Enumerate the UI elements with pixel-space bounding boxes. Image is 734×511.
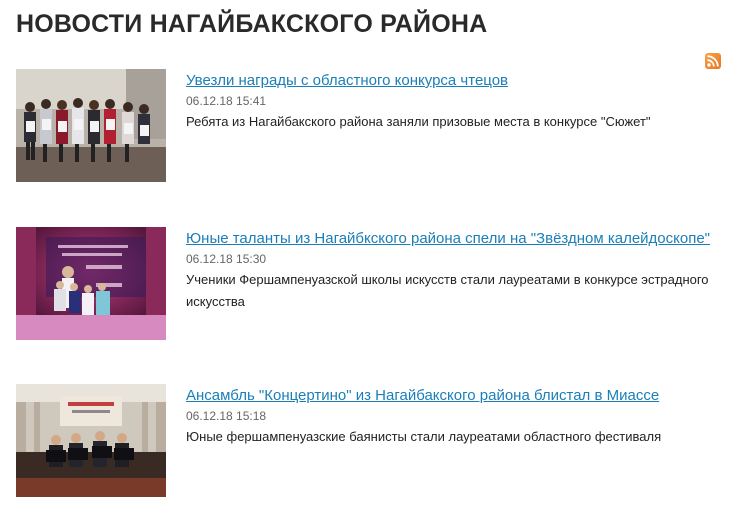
news-thumbnail[interactable] xyxy=(16,69,166,182)
news-date: 06.12.18 15:18 xyxy=(186,409,267,423)
news-title-link[interactable]: Увезли награды с областного конкурса чте… xyxy=(186,70,716,92)
news-title-link[interactable]: Юные таланты из Нагайбкского района спел… xyxy=(186,228,716,250)
rss-feed-icon[interactable] xyxy=(705,53,721,69)
news-summary: Ученики Фершампенуазской школы искусств … xyxy=(186,272,709,309)
news-body: Увезли награды с областного конкурса чте… xyxy=(186,69,716,133)
news-body: Юные таланты из Нагайбкского района спел… xyxy=(186,227,716,313)
page-title: НОВОСТИ НАГАЙБАКСКОГО РАЙОНА xyxy=(16,10,488,38)
news-date: 06.12.18 15:41 xyxy=(186,94,267,108)
news-title-link[interactable]: Ансамбль "Концертино" из Нагайбакского р… xyxy=(186,385,716,407)
news-thumbnail[interactable] xyxy=(16,384,166,497)
news-thumbnail[interactable] xyxy=(16,227,166,340)
children-with-diplomas-photo xyxy=(16,69,166,182)
news-body: Ансамбль "Концертино" из Нагайбакского р… xyxy=(186,384,716,448)
news-summary: Юные фершампенуазские баянисты стали лау… xyxy=(186,429,662,444)
news-summary: Ребята из Нагайбакского района заняли пр… xyxy=(186,114,651,129)
accordion-ensemble-photo xyxy=(16,384,166,497)
girls-on-stage-photo xyxy=(16,227,166,340)
news-item: Ансамбль "Концертино" из Нагайбакского р… xyxy=(16,384,716,498)
news-item: Увезли награды с областного конкурса чте… xyxy=(16,69,716,183)
news-date: 06.12.18 15:30 xyxy=(186,252,267,266)
news-item: Юные таланты из Нагайбкского района спел… xyxy=(16,227,716,341)
